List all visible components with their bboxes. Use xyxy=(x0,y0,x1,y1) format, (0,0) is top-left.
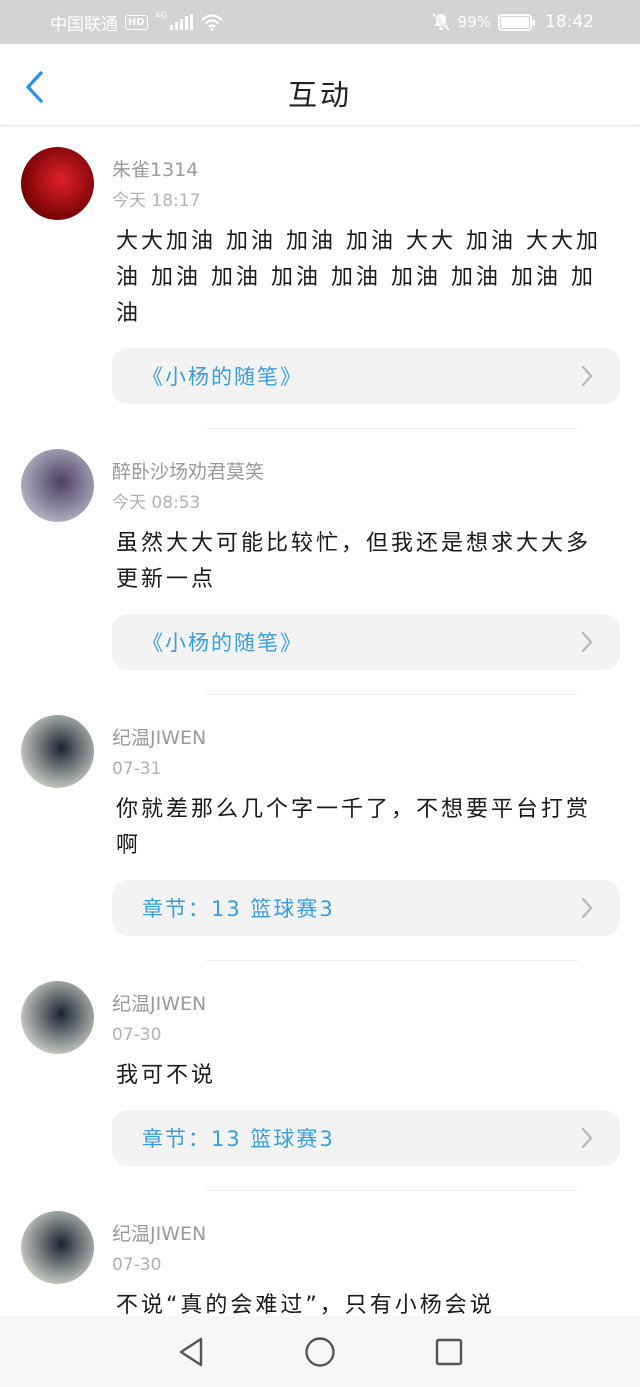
comment-item[interactable]: 醉卧沙场劝君莫笑今天 08:53 虽然大大可能比较忙，但我还是想求大大多更新一点《… xyxy=(0,429,640,695)
carrier-label: 中国联通 xyxy=(50,14,118,35)
comment-text: 虽然大大可能比较忙，但我还是想求大大多更新一点 xyxy=(116,531,592,592)
circle-home-icon[interactable] xyxy=(304,1336,336,1368)
comment-list[interactable]: 朱雀1314 今天 18:17 大大加油 加油 加油 加油 大大 加油 大大加油 加… xyxy=(0,127,640,1315)
comment-time: 07-30 xyxy=(112,1025,162,1045)
comment-username[interactable]: 纪温JIWEN xyxy=(112,695,620,751)
battery-icon xyxy=(498,13,535,31)
status-right: 99% 18:42 xyxy=(431,12,594,32)
comment-username[interactable]: 朱雀1314 xyxy=(112,127,620,183)
avatar[interactable] xyxy=(21,715,94,788)
comment-text: 大大加油 加油 加油 加油 大大 加油 大大加油 加油 加油 加油 加油 加油 … xyxy=(116,229,601,326)
comment-time: 今天 18:17 xyxy=(112,191,201,211)
reference-card[interactable]: 《小杨的随笔》 xyxy=(112,348,620,404)
status-left: 中国联通 HD 4G xyxy=(50,10,224,35)
chevron-right-icon xyxy=(581,365,593,387)
bell-muted-icon xyxy=(431,12,450,32)
reference-card[interactable]: 章节：13 篮球赛3 xyxy=(112,1110,620,1166)
avatar[interactable] xyxy=(21,449,94,522)
wifi-icon xyxy=(201,14,224,31)
chevron-right-icon xyxy=(581,897,593,919)
comment-item[interactable]: 纪温JIWEN 07-30 不说“真的会难过”，只有小杨会说 xyxy=(0,1191,640,1315)
reference-title: 章节：13 篮球赛3 xyxy=(142,1127,335,1151)
reference-title: 《小杨的随笔》 xyxy=(142,365,303,389)
comment-username[interactable]: 纪温JIWEN xyxy=(112,1191,620,1247)
chevron-right-icon xyxy=(581,1127,593,1149)
signal-icon xyxy=(170,14,194,30)
reference-card[interactable]: 章节：13 篮球赛3 xyxy=(112,880,620,936)
triangle-back-icon[interactable] xyxy=(176,1336,206,1368)
comment-item[interactable]: 纪温JIWEN 07-31 你就差那么几个字一千了，不想要平台打赏啊章节：13 篮球… xyxy=(0,695,640,961)
reference-card[interactable]: 《小杨的随笔》 xyxy=(112,614,620,670)
avatar[interactable] xyxy=(21,147,94,220)
square-recents-icon[interactable] xyxy=(434,1337,464,1367)
comment-time: 今天 08:53 xyxy=(112,493,201,513)
comment-username[interactable]: 纪温JIWEN xyxy=(112,961,620,1017)
clock: 18:42 xyxy=(545,12,594,32)
avatar[interactable] xyxy=(21,1211,94,1284)
comment-time: 07-30 xyxy=(112,1255,162,1275)
reference-title: 《小杨的随笔》 xyxy=(142,631,303,655)
comment-item[interactable]: 朱雀1314 今天 18:17 大大加油 加油 加油 加油 大大 加油 大大加油 加… xyxy=(0,127,640,429)
network-type: 4G xyxy=(154,11,168,21)
comment-item[interactable]: 纪温JIWEN 07-30 我可不说章节：13 篮球赛3 xyxy=(0,961,640,1191)
hd-icon: HD xyxy=(125,14,148,30)
reference-title: 章节：13 篮球赛3 xyxy=(142,897,335,921)
chevron-right-icon xyxy=(581,631,593,653)
comment-text: 不说“真的会难过”，只有小杨会说 xyxy=(116,1293,495,1315)
comment-username[interactable]: 醉卧沙场劝君莫笑 xyxy=(112,429,620,485)
battery-percent: 99% xyxy=(457,13,491,31)
avatar[interactable] xyxy=(21,981,94,1054)
page-title: 互动 xyxy=(287,78,352,112)
header: 互动 xyxy=(0,44,640,126)
comment-text: 你就差那么几个字一千了，不想要平台打赏啊 xyxy=(116,797,592,858)
comment-text: 我可不说 xyxy=(116,1063,217,1088)
system-nav-bar xyxy=(0,1316,640,1387)
status-bar: 中国联通 HD 4G 99% 18:42 xyxy=(0,0,640,44)
comment-time: 07-31 xyxy=(112,759,162,779)
